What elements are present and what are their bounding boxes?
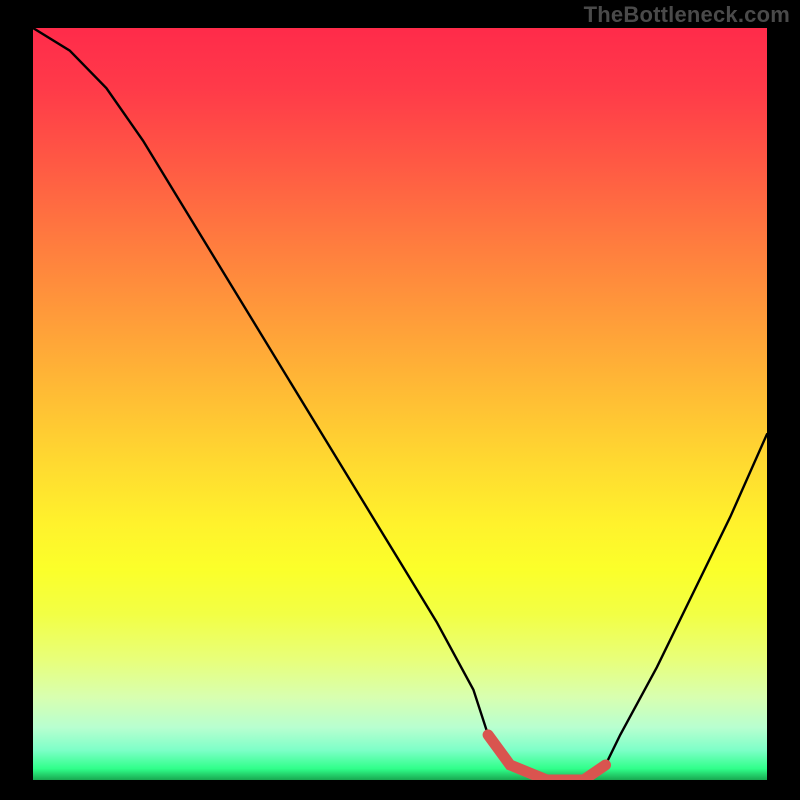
- chart-plot-area: [33, 28, 767, 780]
- watermark: TheBottleneck.com: [584, 2, 790, 28]
- outer-frame: TheBottleneck.com: [0, 0, 800, 800]
- optimal-range-highlight: [33, 28, 767, 780]
